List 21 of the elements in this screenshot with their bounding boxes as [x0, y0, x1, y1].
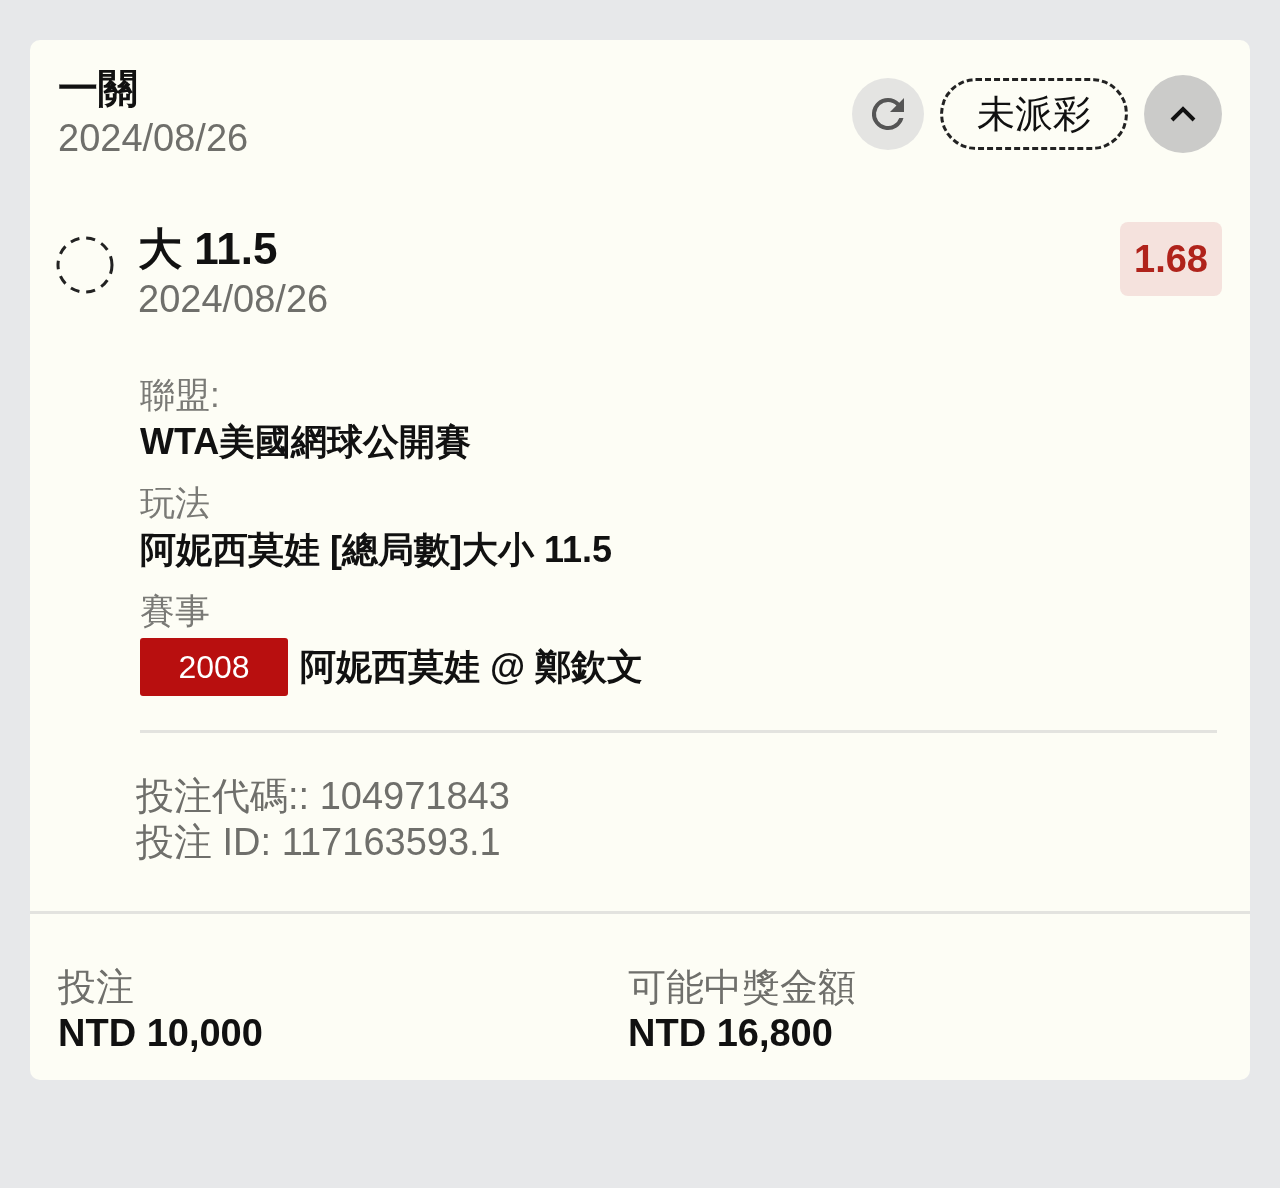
bet-reference: 投注代碼:: 104971843 — [136, 774, 511, 819]
detail-label: 賽事 — [140, 590, 211, 632]
status-tag[interactable]: 未派彩 — [940, 78, 1128, 150]
event-code-badge: 2008 — [140, 638, 288, 696]
chevron-up-icon — [1168, 104, 1198, 124]
detail-label: 聯盟: — [140, 374, 221, 416]
stake-amount: NTD 10,000 — [58, 1011, 264, 1056]
payout-amount: NTD 16,800 — [628, 1011, 834, 1056]
bet-type-title: 一關 — [58, 65, 139, 112]
selection-radio-icon — [56, 236, 114, 294]
stake-label: 投注 — [58, 965, 135, 1010]
event-matchup: 阿妮西莫娃 @ 鄭欽文 — [300, 645, 644, 689]
detail-value: 阿妮西莫娃 [總局數]大小 11.5 — [140, 528, 614, 572]
odds-badge: 1.68 — [1120, 222, 1222, 296]
payout-label: 可能中獎金額 — [628, 965, 857, 1010]
detail-value: WTA美國網球公開賽 — [140, 420, 473, 464]
detail-label: 玩法 — [140, 482, 211, 524]
bet-date: 2024/08/26 — [58, 116, 249, 161]
selection-date: 2024/08/26 — [138, 277, 330, 322]
selection-name: 大 11.5 — [138, 223, 279, 275]
bet-reference: 投注 ID: 117163593.1 — [136, 820, 502, 865]
